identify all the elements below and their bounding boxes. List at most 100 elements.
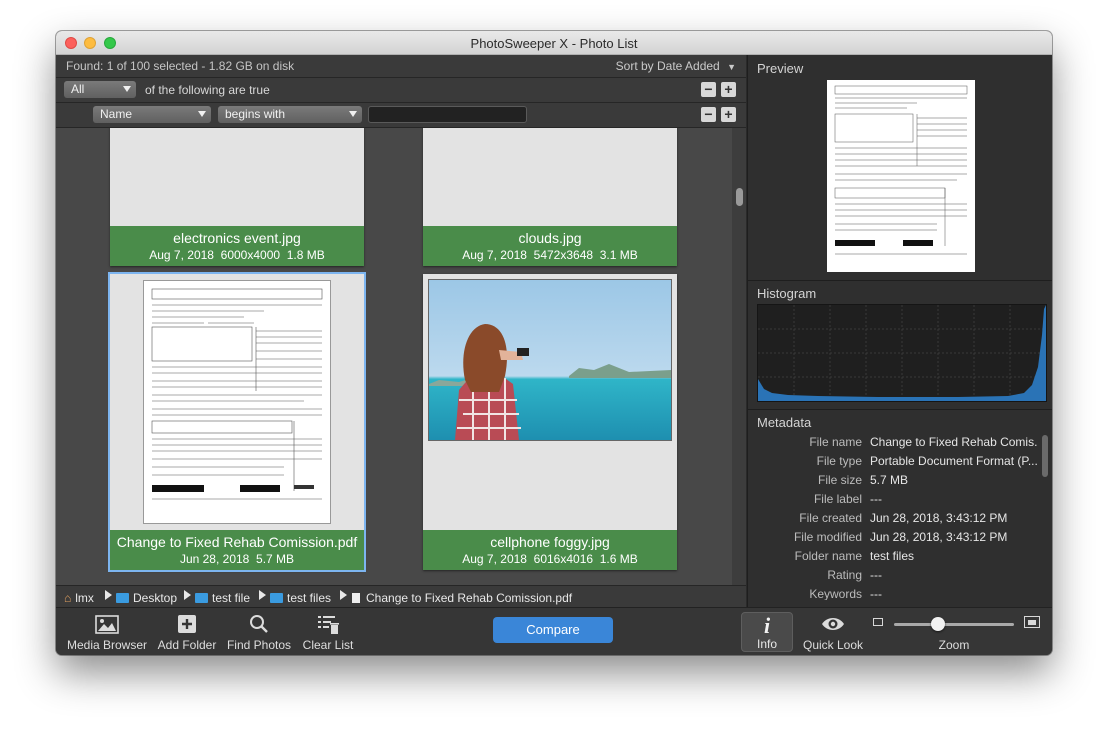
match-text: of the following are true bbox=[145, 83, 270, 97]
metadata-row: File name Change to Fixed Rehab Comis... bbox=[748, 435, 1038, 453]
photo-name: Change to Fixed Rehab Comission.pdf bbox=[116, 534, 358, 550]
photo-info: Aug 7, 2018 5472x3648 3.1 MB bbox=[423, 248, 677, 262]
metadata-value: 5.7 MB bbox=[870, 473, 909, 487]
inspector-pane: Preview Histogram Metadata File name Cha… bbox=[747, 55, 1052, 607]
histogram-drawing bbox=[758, 305, 1046, 401]
metadata-value: --- bbox=[870, 568, 882, 582]
photo-size: 5.7 MB bbox=[256, 552, 295, 566]
path-label: Change to Fixed Rehab Comission.pdf bbox=[366, 591, 573, 605]
folder-icon bbox=[195, 593, 208, 603]
photo-size: 1.6 MB bbox=[599, 552, 638, 566]
folder-icon bbox=[116, 593, 129, 603]
path-bar: ⌂ lmx Desktop test file test files Change… bbox=[56, 585, 746, 608]
path-item-test-files[interactable]: test files bbox=[270, 591, 331, 605]
photo-dims: 6016x4016 bbox=[533, 552, 594, 566]
document-icon bbox=[352, 593, 360, 603]
metadata-row: File type Portable Document Format (P... bbox=[748, 454, 1038, 472]
photo-size: 3.1 MB bbox=[599, 248, 638, 262]
metadata-key: File name bbox=[809, 435, 862, 449]
home-icon: ⌂ bbox=[64, 591, 72, 605]
clear-list-button[interactable]: Clear List bbox=[300, 612, 356, 652]
info-button[interactable]: i Info bbox=[741, 612, 793, 652]
path-label: lmx bbox=[75, 591, 94, 605]
histogram-chart bbox=[757, 304, 1047, 402]
clear-list-label: Clear List bbox=[302, 638, 354, 652]
metadata-key: File label bbox=[813, 492, 862, 506]
status-bar: Found: 1 of 100 selected - 1.82 GB on di… bbox=[56, 55, 746, 78]
metadata-value: --- bbox=[870, 587, 882, 600]
section-divider bbox=[748, 280, 1052, 281]
sort-label: Sort by Date Added bbox=[615, 59, 720, 73]
sort-menu[interactable]: Sort by Date Added ▼ bbox=[616, 59, 736, 73]
filter-match-row: All of the following are true − + bbox=[56, 78, 746, 103]
filter-value-input[interactable] bbox=[368, 106, 527, 123]
photo-info: Jun 28, 2018 5.7 MB bbox=[110, 552, 364, 566]
metadata-key: Rating bbox=[827, 568, 862, 582]
media-browser-button[interactable]: Media Browser bbox=[66, 612, 148, 652]
match-popup[interactable]: All bbox=[64, 81, 136, 98]
photo-date: Aug 7, 2018 bbox=[462, 248, 527, 262]
path-item-desktop[interactable]: Desktop bbox=[116, 591, 177, 605]
photo-dims: 5472x3648 bbox=[533, 248, 594, 262]
path-label: Desktop bbox=[133, 591, 178, 605]
path-separator-icon bbox=[105, 590, 112, 600]
find-photos-label: Find Photos bbox=[226, 638, 292, 652]
metadata-row: Folder name test files bbox=[748, 549, 1038, 567]
clear-list-icon bbox=[316, 612, 340, 636]
bottom-toolbar: Media Browser Add Folder Find Photos Cle… bbox=[56, 607, 1052, 655]
add-folder-icon bbox=[176, 612, 198, 636]
metadata-row: File label --- bbox=[748, 492, 1038, 510]
metadata-value: Change to Fixed Rehab Comis... bbox=[870, 435, 1038, 449]
info-label: Info bbox=[756, 637, 777, 651]
metadata-value: Portable Document Format (P... bbox=[870, 454, 1038, 468]
metadata-row: Rating --- bbox=[748, 568, 1038, 586]
zoom-slider-track[interactable] bbox=[894, 623, 1014, 626]
photo-grid[interactable]: electronics event.jpg Aug 7, 2018 6000x4… bbox=[56, 128, 732, 621]
photo-caption: cellphone foggy.jpg Aug 7, 2018 6016x401… bbox=[423, 530, 677, 570]
zoom-slider-knob[interactable] bbox=[931, 617, 946, 631]
photo-card-selected[interactable]: Change to Fixed Rehab Comission.pdf Jun … bbox=[108, 272, 366, 572]
zoom-label: Zoom bbox=[938, 638, 970, 652]
photo-card[interactable]: electronics event.jpg Aug 7, 2018 6000x4… bbox=[110, 128, 364, 266]
photo-date: Aug 7, 2018 bbox=[149, 248, 214, 262]
find-photos-button[interactable]: Find Photos bbox=[226, 612, 292, 652]
operator-popup[interactable]: begins with bbox=[218, 106, 362, 123]
quick-look-button[interactable]: Quick Look bbox=[800, 612, 866, 652]
remove-criterion-button[interactable]: − bbox=[701, 107, 716, 122]
metadata-value: Jun 28, 2018, 3:43:12 PM bbox=[870, 511, 1008, 525]
field-popup[interactable]: Name bbox=[93, 106, 211, 123]
large-image-icon bbox=[1024, 616, 1040, 628]
remove-criteria-button[interactable]: − bbox=[701, 82, 716, 97]
metadata-key: File size bbox=[817, 473, 862, 487]
photo-info: Aug 7, 2018 6000x4000 1.8 MB bbox=[110, 248, 364, 262]
photo-thumbnail bbox=[428, 279, 672, 441]
chevron-down-icon bbox=[349, 111, 357, 117]
folder-icon bbox=[270, 593, 283, 603]
metadata-scrollbar[interactable] bbox=[1042, 435, 1048, 477]
metadata-row: File size 5.7 MB bbox=[748, 473, 1038, 491]
eye-icon bbox=[820, 612, 846, 636]
metadata-header: Metadata bbox=[757, 415, 812, 430]
add-criterion-button[interactable]: + bbox=[721, 107, 736, 122]
photo-date: Jun 28, 2018 bbox=[179, 552, 250, 566]
photo-date: Aug 7, 2018 bbox=[462, 552, 527, 566]
preview-image bbox=[827, 80, 975, 272]
path-item-test-file[interactable]: test file bbox=[195, 591, 250, 605]
path-item-file[interactable]: Change to Fixed Rehab Comission.pdf bbox=[352, 591, 572, 605]
grid-scrollbar[interactable] bbox=[732, 128, 746, 607]
chevron-down-icon: ▼ bbox=[727, 62, 736, 72]
path-item-home[interactable]: ⌂ lmx bbox=[64, 591, 94, 605]
photo-card[interactable]: cellphone foggy.jpg Aug 7, 2018 6016x401… bbox=[423, 274, 677, 570]
document-thumbnail bbox=[143, 280, 331, 524]
grid-scroll-thumb[interactable] bbox=[736, 188, 743, 206]
chevron-down-icon bbox=[123, 86, 131, 92]
preview-header: Preview bbox=[757, 61, 804, 76]
metadata-row: File created Jun 28, 2018, 3:43:12 PM bbox=[748, 511, 1038, 529]
metadata-value: test files bbox=[870, 549, 915, 563]
photo-card[interactable]: clouds.jpg Aug 7, 2018 5472x3648 3.1 MB bbox=[423, 128, 677, 266]
add-criteria-button[interactable]: + bbox=[721, 82, 736, 97]
compare-button[interactable]: Compare bbox=[493, 617, 613, 643]
info-icon: i bbox=[763, 613, 771, 638]
add-folder-button[interactable]: Add Folder bbox=[156, 612, 218, 652]
media-browser-icon bbox=[94, 612, 120, 636]
